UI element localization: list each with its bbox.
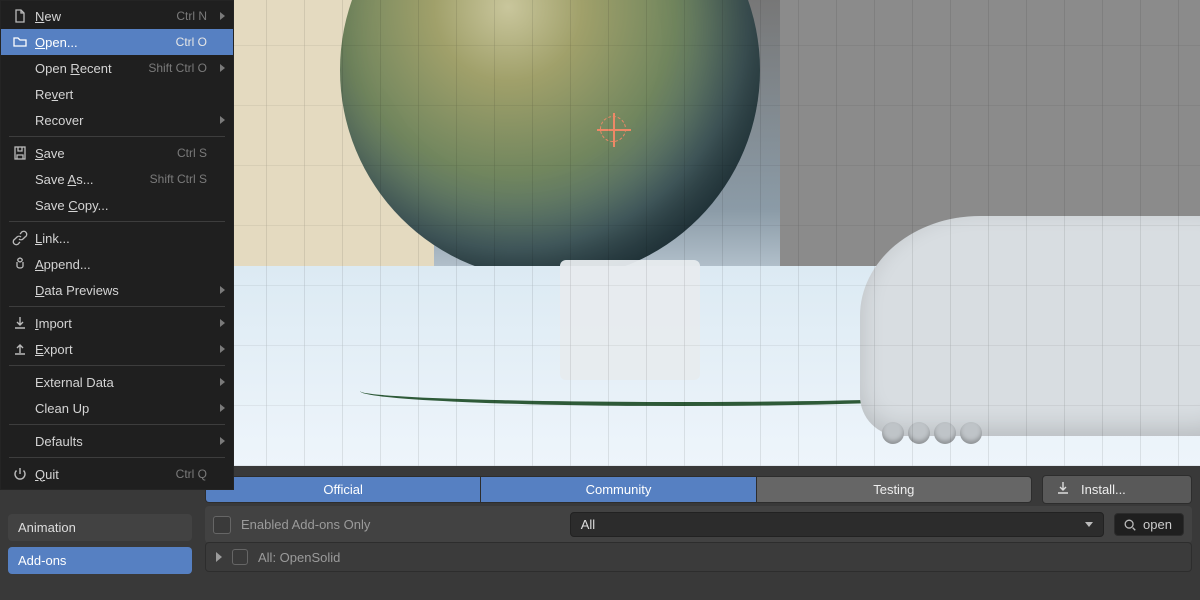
addon-enable-checkbox[interactable] xyxy=(232,549,248,565)
menu-item-label: Open Recent xyxy=(31,61,148,76)
menu-item-label: Quit xyxy=(31,467,176,482)
install-addon-button[interactable]: Install... xyxy=(1042,475,1192,504)
chevron-right-icon xyxy=(211,378,225,386)
menu-item-append[interactable]: Append... xyxy=(1,251,233,277)
menu-item-label: Data Previews xyxy=(31,283,211,298)
menu-item-label: External Data xyxy=(31,375,211,390)
menu-item-shortcut: Ctrl O xyxy=(176,35,207,49)
menu-item-revert[interactable]: Revert xyxy=(1,81,233,107)
export-icon xyxy=(9,341,31,357)
menu-separator xyxy=(9,365,225,366)
cursor-3d-icon xyxy=(600,116,626,142)
menu-item-save-copy[interactable]: Save Copy... xyxy=(1,192,233,218)
menu-item-save-as[interactable]: Save As...Shift Ctrl S xyxy=(1,166,233,192)
chevron-right-icon xyxy=(211,12,225,20)
tab-testing[interactable]: Testing xyxy=(757,477,1031,502)
category-selected: All xyxy=(581,517,595,532)
viewport-wheel xyxy=(882,422,904,444)
viewport-shuttle xyxy=(860,216,1200,436)
menu-item-shortcut: Ctrl Q xyxy=(176,467,207,481)
addons-filter-row: Enabled Add-ons Only All open xyxy=(205,506,1192,543)
chevron-down-icon xyxy=(1085,522,1093,527)
enabled-only-checkbox[interactable] xyxy=(213,516,231,534)
power-icon xyxy=(9,466,31,482)
menu-item-open[interactable]: Open...Ctrl O xyxy=(1,29,233,55)
chevron-right-icon xyxy=(211,437,225,445)
menu-item-label: Link... xyxy=(31,231,211,246)
chevron-right-icon xyxy=(211,286,225,294)
menu-separator xyxy=(9,424,225,425)
menu-item-external-data[interactable]: External Data xyxy=(1,369,233,395)
menu-item-quit[interactable]: QuitCtrl Q xyxy=(1,461,233,487)
file-new-icon xyxy=(9,8,31,24)
sidebar-item-addons[interactable]: Add-ons xyxy=(8,547,192,574)
chevron-right-icon xyxy=(211,404,225,412)
viewport-wheel xyxy=(934,422,956,444)
menu-item-shortcut: Ctrl N xyxy=(176,9,207,23)
addons-search-value: open xyxy=(1143,517,1172,532)
addons-source-tabs: Official Community Testing xyxy=(205,476,1032,503)
tab-official[interactable]: Official xyxy=(206,477,481,502)
menu-item-open-recent[interactable]: Open RecentShift Ctrl O xyxy=(1,55,233,81)
menu-separator xyxy=(9,221,225,222)
save-icon xyxy=(9,145,31,161)
download-icon xyxy=(1055,480,1071,499)
search-icon xyxy=(1123,518,1137,532)
viewport-forklift xyxy=(560,260,700,380)
menu-item-label: Clean Up xyxy=(31,401,211,416)
install-addon-label: Install... xyxy=(1081,482,1126,497)
menu-item-shortcut: Shift Ctrl S xyxy=(150,172,207,186)
link-icon xyxy=(9,230,31,246)
addons-source-tabs-row: Official Community Testing Install... xyxy=(205,475,1192,504)
menu-item-clean-up[interactable]: Clean Up xyxy=(1,395,233,421)
addons-search-input[interactable]: open xyxy=(1114,513,1184,536)
tab-community[interactable]: Community xyxy=(481,477,756,502)
menu-item-label: Import xyxy=(31,316,211,331)
menu-item-import[interactable]: Import xyxy=(1,310,233,336)
disclosure-triangle-icon[interactable] xyxy=(216,552,222,562)
menu-item-label: Revert xyxy=(31,87,211,102)
menu-item-save[interactable]: SaveCtrl S xyxy=(1,140,233,166)
menu-item-new[interactable]: NewCtrl N xyxy=(1,3,233,29)
viewport-wheel xyxy=(960,422,982,444)
chevron-right-icon xyxy=(211,319,225,327)
menu-item-label: Append... xyxy=(31,257,211,272)
category-dropdown[interactable]: All xyxy=(570,512,1104,537)
folder-icon xyxy=(9,34,31,50)
menu-item-label: New xyxy=(31,9,176,24)
menu-item-shortcut: Shift Ctrl O xyxy=(148,61,207,75)
menu-item-defaults[interactable]: Defaults xyxy=(1,428,233,454)
sidebar-item-animation[interactable]: Animation xyxy=(8,514,192,541)
menu-item-label: Recover xyxy=(31,113,211,128)
import-icon xyxy=(9,315,31,331)
addon-label: All: OpenSolid xyxy=(258,550,340,565)
menu-item-data-previews[interactable]: Data Previews xyxy=(1,277,233,303)
menu-item-link[interactable]: Link... xyxy=(1,225,233,251)
menu-item-label: Save xyxy=(31,146,177,161)
file-menu: NewCtrl NOpen...Ctrl OOpen RecentShift C… xyxy=(0,0,234,490)
menu-item-export[interactable]: Export xyxy=(1,336,233,362)
menu-item-label: Defaults xyxy=(31,434,211,449)
menu-item-label: Save Copy... xyxy=(31,198,211,213)
append-icon xyxy=(9,256,31,272)
menu-item-label: Save As... xyxy=(31,172,150,187)
menu-separator xyxy=(9,136,225,137)
menu-item-shortcut: Ctrl S xyxy=(177,146,207,160)
chevron-right-icon xyxy=(211,116,225,124)
addon-row[interactable]: All: OpenSolid xyxy=(205,542,1192,572)
chevron-right-icon xyxy=(211,64,225,72)
menu-separator xyxy=(9,457,225,458)
preferences-sidebar: Animation Add-ons xyxy=(8,514,192,574)
enabled-only-label: Enabled Add-ons Only xyxy=(241,517,370,532)
menu-item-label: Open... xyxy=(31,35,176,50)
chevron-right-icon xyxy=(211,345,225,353)
menu-item-recover[interactable]: Recover xyxy=(1,107,233,133)
menu-item-label: Export xyxy=(31,342,211,357)
viewport-wheel xyxy=(908,422,930,444)
menu-separator xyxy=(9,306,225,307)
